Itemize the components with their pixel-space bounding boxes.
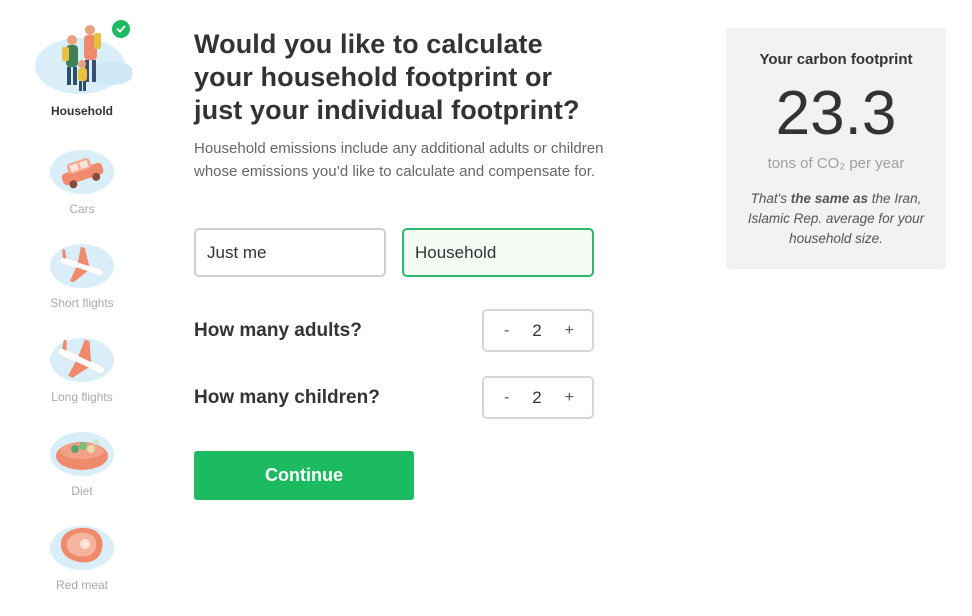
adults-decrement-button[interactable]: - xyxy=(504,322,509,340)
continue-button[interactable]: Continue xyxy=(194,451,414,500)
children-decrement-button[interactable]: - xyxy=(504,389,509,407)
footprint-unit: tons of CO₂ per year xyxy=(767,155,905,172)
adults-stepper: - 2 + xyxy=(482,309,594,352)
children-label: How many children? xyxy=(194,387,380,408)
children-stepper: - 2 + xyxy=(482,376,594,419)
sidebar-item-label: Red meat xyxy=(55,578,109,592)
household-option[interactable]: Household xyxy=(402,228,594,277)
note-emphasis: the same as xyxy=(790,191,869,206)
sidebar-item-cars[interactable]: Cars xyxy=(0,142,164,216)
children-increment-button[interactable]: + xyxy=(565,389,574,407)
footprint-title: Your carbon footprint xyxy=(759,51,913,68)
adults-count: 2 xyxy=(532,320,542,340)
car-icon xyxy=(49,142,115,198)
children-count: 2 xyxy=(532,387,542,407)
sidebar-item-label: Diet xyxy=(71,484,93,498)
footprint-value: 23.3 xyxy=(775,79,897,148)
sidebar-item-household[interactable]: Household xyxy=(0,18,164,118)
carbon-footprint-card: Your carbon footprint 23.3 tons of CO₂ p… xyxy=(726,28,946,269)
note-prefix: That's xyxy=(750,191,791,206)
check-icon xyxy=(110,18,132,40)
page-description: Household emissions include any addition… xyxy=(194,140,604,180)
adults-increment-button[interactable]: + xyxy=(565,322,574,340)
sidebar-item-label: Short flights xyxy=(50,296,114,310)
sidebar: Household Cars Short flights Long flight… xyxy=(0,0,164,616)
sidebar-item-long-flights[interactable]: Long flights xyxy=(0,330,164,404)
sidebar-item-short-flights[interactable]: Short flights xyxy=(0,236,164,310)
sidebar-item-diet[interactable]: Diet xyxy=(0,424,164,498)
steak-icon xyxy=(49,518,115,574)
airplane-icon xyxy=(49,330,115,386)
sidebar-item-red-meat[interactable]: Red meat xyxy=(0,518,164,592)
sidebar-item-label: Long flights xyxy=(51,390,113,404)
sidebar-item-label: Cars xyxy=(69,202,95,216)
food-bowl-icon xyxy=(49,424,115,480)
footprint-comparison-note: That's the same as the Iran, Islamic Rep… xyxy=(726,189,946,249)
family-hiking-icon xyxy=(32,18,134,100)
page-title: Would you like to calculate your househo… xyxy=(194,29,580,125)
airplane-icon xyxy=(49,236,115,292)
just-me-option[interactable]: Just me xyxy=(194,228,386,277)
adults-label: How many adults? xyxy=(194,320,362,341)
sidebar-item-label: Household xyxy=(51,104,113,118)
